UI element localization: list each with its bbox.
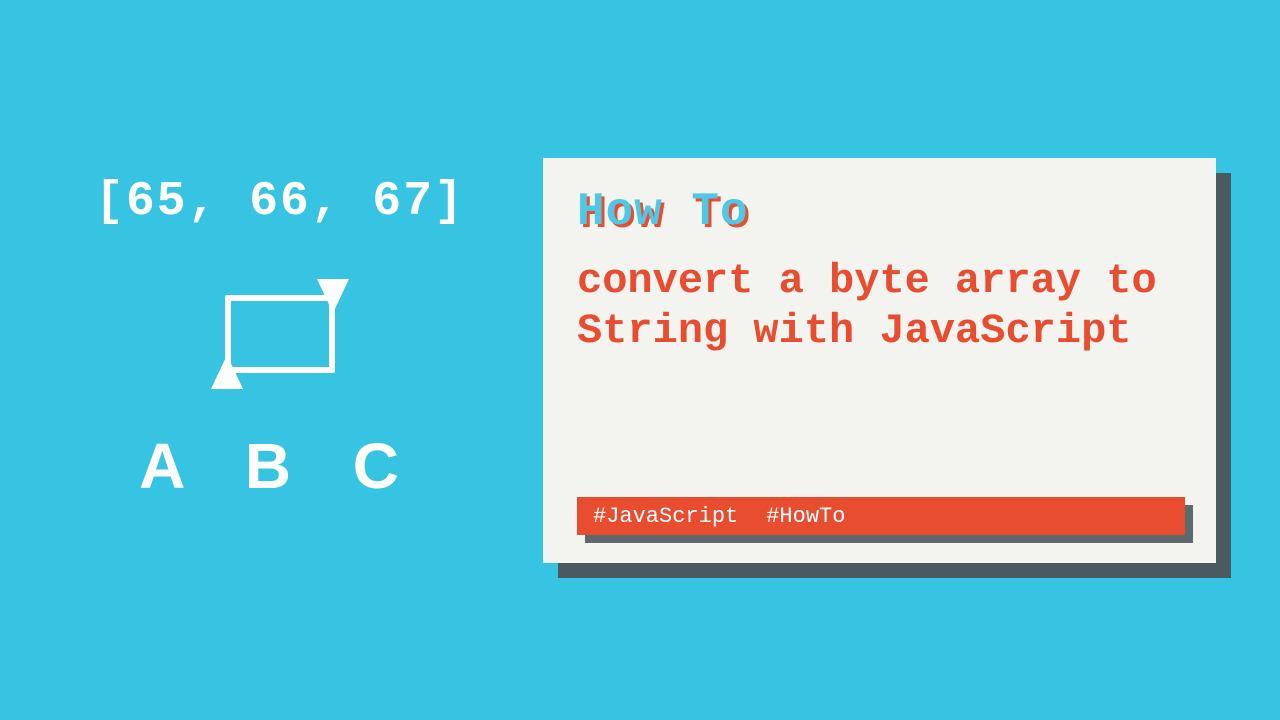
convert-icon [215,279,345,389]
result-string-text: A B C [139,429,421,503]
tag: #JavaScript [593,504,738,529]
info-card: How To convert a byte array to String wi… [543,158,1216,563]
card-eyebrow: How To [577,186,1182,238]
tag: #HowTo [766,504,845,529]
byte-array-text: [65, 66, 67] [95,175,465,229]
tag-bar: #JavaScript #HowTo [577,497,1185,535]
illustration-panel: [65, 66, 67] A B C [70,175,490,503]
